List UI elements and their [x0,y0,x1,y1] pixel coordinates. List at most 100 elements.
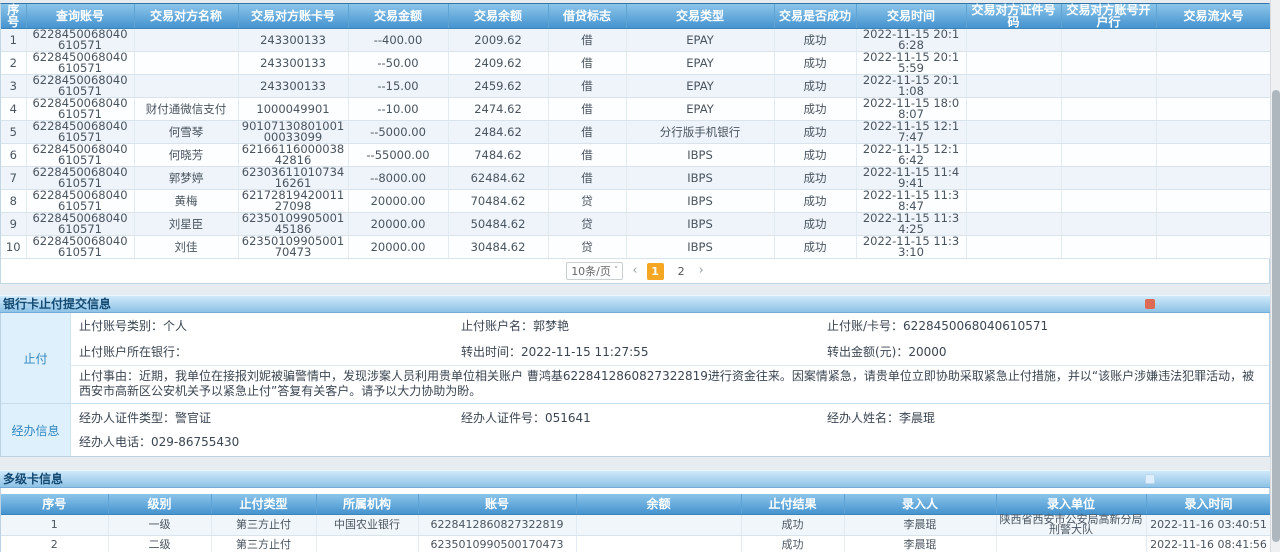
stop-payment-fields: 止付账号类别：个人 止付账户名：郭梦艳 止付账/卡号：6228450068040… [71,313,1269,403]
table-cell: 贷 [548,190,626,213]
table-cell [966,144,1061,167]
table-cell: 2022-11-15 11:49:41 [856,167,966,190]
table-row: 86228450068040610571黄梅621728194200112709… [1,190,1271,213]
table-cell: 成功 [741,535,844,552]
field-row: 经办人电话：029-86755430 [71,430,1269,454]
table-cell: --10.00 [348,98,448,121]
column-header: 止付类型 [211,494,316,514]
table-cell: 7484.62 [448,144,548,167]
prev-page-button[interactable]: ‹ [632,263,637,279]
pagination: 10条/页 ˅ ‹ 1 2 › [1,259,1269,283]
table-cell: 贷 [548,213,626,236]
table-cell: IBPS [626,213,774,236]
column-header: 交易对方账卡号 [238,4,348,29]
table-cell: 6230361101073416261 [238,167,348,190]
table-cell [966,75,1061,98]
table-cell [1156,29,1271,52]
table-cell [1061,29,1156,52]
table-row: 76228450068040610571郭梦婷62303611010734162… [1,167,1271,190]
page-size-select[interactable]: 10条/页 ˅ [566,262,623,280]
column-header: 录入人 [844,494,996,514]
section-title-text: 多级卡信息 [3,472,63,486]
table-cell: 6235010990500145186 [238,213,348,236]
stop-payment-reason: 止付事由：近期，我单位在接报刘妮被骗警情中，发现涉案人员利用贵单位相关账户 曹鸿… [71,365,1269,403]
vertical-scrollbar[interactable] [1270,0,1280,552]
table-cell: --50.00 [348,52,448,75]
table-cell: 70484.62 [448,190,548,213]
table-cell: 2022-11-15 20:11:08 [856,75,966,98]
table-cell: --5000.00 [348,121,448,144]
multilevel-table-head: 序号级别止付类型所属机构账号余额止付结果录入人录入单位录入时间 [1,494,1271,514]
table-cell [1156,190,1271,213]
table-cell: 30484.62 [448,236,548,259]
table-cell: 第三方止付 [211,514,316,535]
table-cell: 成功 [774,236,856,259]
table-cell [1061,144,1156,167]
table-cell [1156,167,1271,190]
page-button-1[interactable]: 1 [647,263,664,280]
table-cell: 6228450068040610571 [26,75,134,98]
field-transfer-amount: 转出金额(元)：20000 [827,339,1269,365]
stop-payment-panel: 银行卡止付提交信息 止付 止付账号类别：个人 止付账户名：郭梦艳 止付账/卡号：… [0,295,1270,457]
table-cell: 20000.00 [348,190,448,213]
agent-group-label: 经办信息 [1,404,71,456]
table-cell: 6235010990500170473 [238,236,348,259]
stop-payment-section-title: 银行卡止付提交信息 [0,295,1270,313]
table-cell: EPAY [626,52,774,75]
table-cell: 借 [548,144,626,167]
multilevel-body: 序号级别止付类型所属机构账号余额止付结果录入人录入单位录入时间 1一级第三方止付… [0,488,1270,552]
table-cell: 1000049901 [238,98,348,121]
table-cell [1061,98,1156,121]
multilevel-card-panel: 多级卡信息 序号级别止付类型所属机构账号余额止付结果录入人录入单位录入时间 1一… [0,470,1270,552]
table-cell: IBPS [626,167,774,190]
table-cell [996,535,1146,552]
table-cell [1061,213,1156,236]
field-row: 止付账户所在银行： 转出时间：2022-11-15 11:27:55 转出金额(… [71,339,1269,365]
table-row: 2二级第三方止付6235010990500170473成功李晨琨2022-11-… [1,535,1271,552]
table-cell: 20000.00 [348,213,448,236]
field-row: 止付账号类别：个人 止付账户名：郭梦艳 止付账/卡号：6228450068040… [71,313,1269,339]
field-agent-id-type: 经办人证件类型：警官证 [79,406,461,430]
table-cell: 2474.62 [448,98,548,121]
table-row: 46228450068040610571财付通微信支付1000049901--1… [1,98,1271,121]
table-cell: 6228450068040610571 [26,29,134,52]
header-row: 序号查询账号交易对方名称交易对方账卡号交易金额交易余额借贷标志交易类型交易是否成… [1,4,1271,29]
table-cell: 成功 [774,144,856,167]
table-cell: IBPS [626,144,774,167]
table-cell: 6228450068040610571 [26,144,134,167]
table-cell: 3 [1,75,26,98]
table-cell [1156,236,1271,259]
scrollbar-thumb[interactable] [1272,90,1280,542]
table-cell: 6228450068040610571 [26,213,134,236]
table-cell: 借 [548,29,626,52]
table-cell [1061,190,1156,213]
transactions-table-head: 序号查询账号交易对方名称交易对方账卡号交易金额交易余额借贷标志交易类型交易是否成… [1,4,1271,29]
table-cell: 4 [1,98,26,121]
table-cell [1061,52,1156,75]
table-cell: 2022-11-15 12:17:47 [856,121,966,144]
stop-payment-group: 止付 止付账号类别：个人 止付账户名：郭梦艳 止付账/卡号：6228450068… [1,313,1269,403]
table-cell [966,98,1061,121]
table-cell [966,121,1061,144]
field-row: 经办人证件类型：警官证 经办人证件号：051641 经办人姓名：李晨琨 [71,406,1269,430]
multilevel-table-body: 1一级第三方止付中国农业银行6228412860827322819成功李晨琨陕西… [1,514,1271,552]
column-header: 账号 [418,494,576,514]
table-cell: --8000.00 [348,167,448,190]
table-cell: 成功 [774,52,856,75]
table-row: 106228450068040610571刘佳62350109905001704… [1,236,1271,259]
next-page-button[interactable]: › [699,263,704,279]
page-button-2[interactable]: 2 [673,263,690,280]
table-cell [576,514,741,535]
table-cell: 6228450068040610571 [26,167,134,190]
table-cell: 9 [1,213,26,236]
table-cell: 2022-11-15 11:34:25 [856,213,966,236]
table-cell: --15.00 [348,75,448,98]
table-cell: 2409.62 [448,52,548,75]
table-cell [134,52,238,75]
table-cell: 2459.62 [448,75,548,98]
table-row: 66228450068040610571何晓芳62166116000038428… [1,144,1271,167]
table-cell: 2009.62 [448,29,548,52]
table-cell: 6228450068040610571 [26,190,134,213]
field-transfer-time: 转出时间：2022-11-15 11:27:55 [461,339,827,365]
table-cell: 2 [1,535,108,552]
